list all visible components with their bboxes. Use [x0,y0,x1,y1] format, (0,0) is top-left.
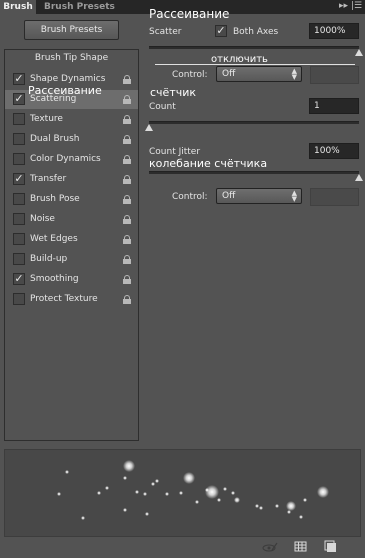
dropdown-arrows-icon: ▲ ▼ [291,67,297,81]
option-label: Color Dynamics [30,154,101,164]
lock-icon[interactable] [123,95,131,104]
option-checkbox[interactable] [13,113,25,125]
lock-icon[interactable] [123,195,131,204]
count-slider-thumb[interactable] [145,124,153,131]
option-label: Shape Dynamics [30,74,106,84]
scatter-label: Scatter [149,27,182,37]
eye-brush-icon[interactable] [262,540,278,554]
option-checkbox[interactable]: ✓ [13,93,25,105]
option-label: Dual Brush [30,134,80,144]
option-label: Protect Texture [30,294,98,304]
option-label: Noise [30,214,55,224]
option-row-protect-texture[interactable]: Protect Texture [5,290,138,309]
count-label: Count [149,102,176,112]
option-row-smoothing[interactable]: ✓ Smoothing [5,270,138,289]
option-checkbox[interactable] [13,253,25,265]
option-row-dual-brush[interactable]: Dual Brush [5,130,138,149]
brush-options-list: Brush Tip Shape ✓ Shape Dynamics ✓ Scatteri… [4,49,139,441]
scatter-control-label: Control: [172,70,208,80]
count-jitter-control-label: Control: [172,192,208,202]
tab-brush-presets[interactable]: Brush Presets [44,0,115,14]
option-label: Transfer [30,174,67,184]
collapse-icon[interactable]: ▸▸ [339,0,348,14]
option-label: Build-up [30,254,68,264]
lock-icon[interactable] [123,75,131,84]
option-checkbox[interactable] [13,133,25,145]
count-jitter-control-disabled-field [310,188,359,206]
new-preset-icon[interactable] [324,540,338,554]
overlay-count-label: счётчик [150,86,197,99]
option-row-color-dynamics[interactable]: Color Dynamics [5,150,138,169]
overlay-underline [155,64,355,65]
option-checkbox[interactable] [13,193,25,205]
option-row-brush-pose[interactable]: Brush Pose [5,190,138,209]
dropdown-arrows-icon: ▲ ▼ [291,189,297,203]
panel-bottom-bar [0,537,365,558]
count-jitter-slider-track[interactable] [149,171,359,174]
scatter-slider-track[interactable] [149,46,359,49]
lock-icon[interactable] [123,135,131,144]
count-jitter-control-value: Off [222,191,236,201]
option-row-wet-edges[interactable]: Wet Edges [5,230,138,249]
panel-menu-icon[interactable]: |☰ [351,0,362,14]
lock-icon[interactable] [123,295,131,304]
count-jitter-value-field[interactable]: 100% [309,143,359,159]
option-checkbox[interactable]: ✓ [13,273,25,285]
lock-icon[interactable] [123,235,131,244]
scatter-control-dropdown[interactable]: Off ▲ ▼ [216,66,302,82]
brush-presets-button[interactable]: Brush Presets [24,20,119,40]
scatter-value-field[interactable]: 1000% [309,23,359,39]
lock-icon[interactable] [123,115,131,124]
both-axes-label: Both Axes [233,27,279,37]
overlay-scattering-label: Рассеивание [28,84,102,97]
option-row-transfer[interactable]: ✓ Transfer [5,170,138,189]
grid-icon[interactable] [294,540,308,554]
option-checkbox[interactable] [13,213,25,225]
count-jitter-label: Count Jitter [149,147,201,157]
count-jitter-slider-thumb[interactable] [355,174,363,181]
option-row-noise[interactable]: Noise [5,210,138,229]
lock-icon[interactable] [123,275,131,284]
option-checkbox[interactable]: ✓ [13,173,25,185]
tab-brush[interactable]: Brush [0,0,36,14]
option-label: Brush Pose [30,194,80,204]
option-label: Texture [30,114,63,124]
brush-tip-shape-header[interactable]: Brush Tip Shape [5,53,138,63]
option-checkbox[interactable]: ✓ [13,73,25,85]
option-row-build-up[interactable]: Build-up [5,250,138,269]
overlay-count-jitter-label: колебание счётчика [149,157,268,170]
scatter-control-disabled-field [310,66,359,84]
overlay-scatter-title: Рассеивание [149,7,230,21]
scatter-control-value: Off [222,69,236,79]
option-checkbox[interactable] [13,233,25,245]
lock-icon[interactable] [123,155,131,164]
brush-stroke-preview-image [57,460,329,520]
option-label: Smoothing [30,274,79,284]
option-checkbox[interactable] [13,293,25,305]
lock-icon[interactable] [123,175,131,184]
option-checkbox[interactable] [13,153,25,165]
option-row-texture[interactable]: Texture [5,110,138,129]
both-axes-checkbox[interactable]: ✓ [215,25,227,37]
lock-icon[interactable] [123,255,131,264]
count-slider-track[interactable] [149,121,359,124]
scatter-slider-thumb[interactable] [355,49,363,56]
count-jitter-control-dropdown[interactable]: Off ▲ ▼ [216,188,302,204]
count-value-field[interactable]: 1 [309,98,359,114]
brush-stroke-preview [4,449,361,537]
option-label: Wet Edges [30,234,78,244]
lock-icon[interactable] [123,215,131,224]
